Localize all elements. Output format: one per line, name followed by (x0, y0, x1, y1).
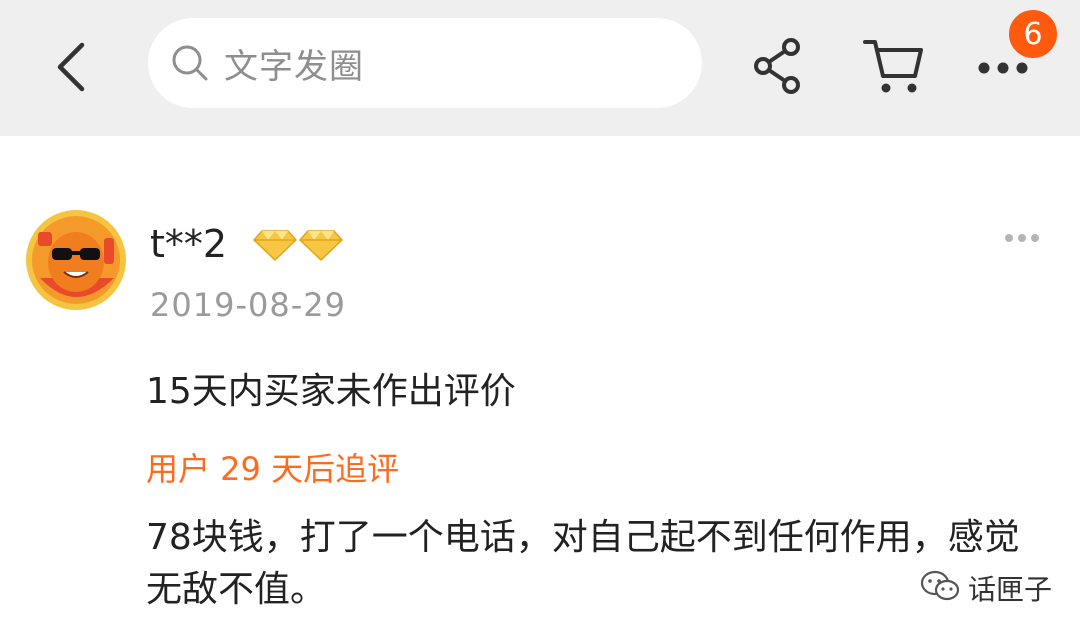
wechat-icon (920, 569, 960, 607)
search-placeholder: 文字发圈 (224, 46, 364, 87)
review-card: t**2 2019-08-29 15天内买家未作出评价 用户 29 天后追评 7… (0, 136, 1080, 636)
diamond-icon (252, 228, 298, 262)
review-date: 2019-08-29 (150, 286, 346, 324)
cart-button[interactable] (858, 36, 928, 100)
followup-label: 用户 29 天后追评 (146, 450, 400, 488)
more-icon (977, 60, 1029, 79)
back-button[interactable] (42, 38, 100, 100)
more-icon (1004, 228, 1040, 247)
vip-level-badges (252, 228, 344, 262)
review-more-button[interactable] (1000, 222, 1044, 252)
back-arrow-icon (54, 41, 88, 97)
watermark: 话匣子 (920, 568, 1052, 608)
share-icon (749, 37, 805, 99)
search-input[interactable]: 文字发圈 (148, 18, 702, 108)
cart-icon (861, 36, 925, 100)
watermark-text: 话匣子 (968, 573, 1053, 606)
review-content: 15天内买家未作出评价 (146, 371, 516, 412)
username: t**2 (150, 222, 228, 266)
avatar[interactable] (24, 208, 128, 312)
diamond-icon (298, 228, 344, 262)
notification-badge: 6 (1007, 8, 1059, 60)
top-navigation-bar: 文字发圈 6 (0, 0, 1080, 136)
share-button[interactable] (746, 36, 808, 100)
followup-text: 78块钱，打了一个电话，对自己起不到任何作用，感觉无敌不值。 (146, 517, 1020, 610)
search-icon (170, 43, 210, 83)
